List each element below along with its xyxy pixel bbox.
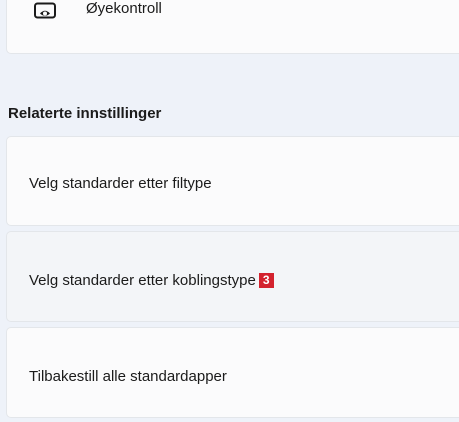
eye-control-label: Øyekontroll — [86, 0, 162, 17]
default-by-link-type-item[interactable]: Velg standarder etter koblingstype 3 — [6, 231, 459, 322]
eye-control-item[interactable]: Øyekontroll — [6, 0, 459, 54]
default-by-file-type-item[interactable]: Velg standarder etter filtype — [6, 136, 459, 226]
eye-control-icon — [34, 2, 56, 19]
reset-all-default-apps-item[interactable]: Tilbakestill alle standardapper — [6, 327, 459, 418]
annotation-badge: 3 — [258, 273, 274, 288]
default-by-link-type-label: Velg standarder etter koblingstype — [29, 272, 256, 289]
reset-all-default-apps-label: Tilbakestill alle standardapper — [29, 368, 227, 385]
default-by-file-type-label: Velg standarder etter filtype — [29, 175, 212, 192]
related-settings-heading: Relaterte innstillinger — [8, 105, 162, 122]
default-by-link-type-text: Velg standarder etter koblingstype 3 — [29, 272, 274, 289]
